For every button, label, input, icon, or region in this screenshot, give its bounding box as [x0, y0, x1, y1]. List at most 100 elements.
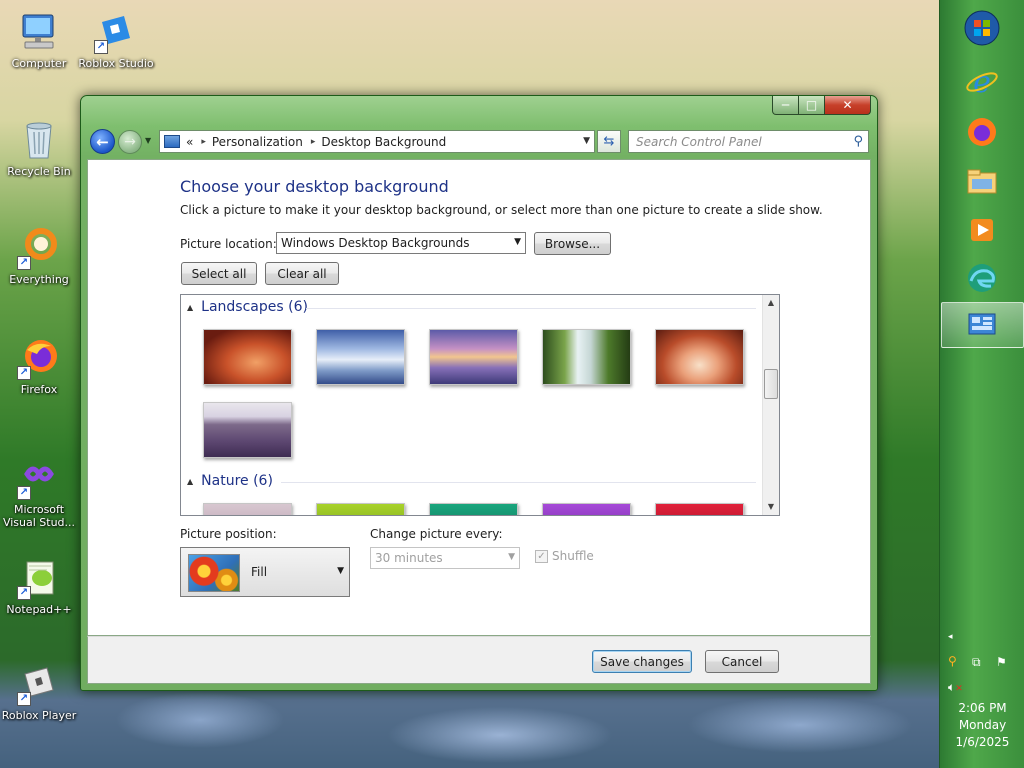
shuffle-checkbox-row[interactable]: ✓ Shuffle [535, 549, 594, 563]
visual-studio-icon: ↗ [17, 456, 61, 500]
control-panel-icon [968, 313, 996, 335]
select-all-button[interactable]: Select all [181, 262, 257, 285]
firefox-icon [968, 118, 996, 146]
taskbar-firefox[interactable] [960, 112, 1004, 152]
picture-position-value: Fill [251, 565, 268, 579]
save-changes-button[interactable]: Save changes [592, 650, 692, 673]
breadcrumb-overflow[interactable]: « [186, 135, 193, 149]
taskbar-file-explorer[interactable] [960, 162, 1004, 202]
clear-all-button[interactable]: Clear all [265, 262, 339, 285]
windows-orb-icon [964, 10, 1000, 46]
wallpaper-thumb[interactable] [542, 503, 631, 515]
desktop-icon-label: Roblox Studio [78, 57, 154, 70]
desktop-icon-label: Notepad++ [6, 603, 72, 616]
close-button[interactable]: ✕ [825, 96, 871, 115]
taskbar-internet-explorer[interactable]: e [960, 62, 1004, 102]
dialog-footer: Save changes Cancel [87, 636, 871, 684]
cancel-button[interactable]: Cancel [705, 650, 779, 673]
wallpaper-thumb[interactable] [655, 329, 744, 385]
wallpaper-thumb[interactable] [203, 503, 292, 515]
collapse-triangle-icon[interactable]: ▲ [187, 303, 193, 312]
desktop-icon-roblox-studio[interactable]: ↗ Roblox Studio [77, 10, 155, 70]
control-panel-folder-icon [164, 135, 180, 148]
wallpaper-thumb[interactable] [316, 503, 405, 515]
wallpaper-thumb[interactable] [203, 329, 292, 385]
wallpaper-thumb[interactable] [316, 329, 405, 385]
search-icon[interactable]: ⚲ [853, 134, 863, 149]
firefox-icon: ↗ [17, 336, 61, 380]
taskbar-media-player[interactable] [960, 210, 1004, 250]
shortcut-arrow-icon: ↗ [17, 366, 31, 380]
wallpaper-thumb[interactable] [542, 329, 631, 385]
address-bar[interactable]: « ▸ Personalization ▸ Desktop Background… [159, 130, 595, 153]
volume-muted-icon[interactable]: 🔈︎✕ [948, 680, 963, 695]
wallpaper-thumb[interactable] [203, 402, 292, 458]
network-tray-icon[interactable]: ⧉ [972, 655, 981, 670]
scroll-up-arrow-icon[interactable]: ▲ [763, 295, 779, 311]
group-header-nature[interactable]: ▲ Nature (6) [187, 473, 273, 489]
shortcut-arrow-icon: ↗ [17, 586, 31, 600]
group-title: Landscapes (6) [201, 299, 308, 315]
taskbar: e ◂ ⚲ ⧉ ⚑ 🔈︎✕ 2:06 PM Monday 1/6/2025 [939, 0, 1024, 768]
desktop-icon-recycle-bin[interactable]: Recycle Bin [0, 118, 78, 178]
taskbar-edge[interactable] [960, 258, 1004, 298]
wallpaper-thumb[interactable] [429, 329, 518, 385]
search-tray-icon[interactable]: ⚲ [948, 654, 957, 668]
change-interval-value: 30 minutes [375, 551, 443, 565]
clock-day: Monday [958, 718, 1007, 732]
desktop-icon-firefox[interactable]: ↗ Firefox [0, 336, 78, 396]
change-interval-select[interactable]: 30 minutes ▼ [370, 547, 520, 569]
scrollbar-thumb[interactable] [764, 369, 778, 399]
collapse-triangle-icon[interactable]: ▲ [187, 477, 193, 486]
maximize-button[interactable]: □ [799, 96, 825, 115]
shuffle-label: Shuffle [552, 549, 594, 563]
desktop-icon-computer[interactable]: Computer [0, 10, 78, 70]
clock-time: 2:06 PM [958, 701, 1007, 715]
everything-search-icon: ↗ [17, 226, 61, 270]
forward-arrow-icon: → [124, 134, 136, 150]
breadcrumb-desktop-background[interactable]: Desktop Background [321, 135, 446, 149]
recent-pages-dropdown-icon[interactable]: ▼ [145, 136, 151, 145]
shortcut-arrow-icon: ↗ [17, 692, 31, 706]
svg-text:e: e [973, 65, 991, 99]
wallpaper-thumb[interactable] [655, 503, 744, 515]
back-button[interactable]: ← [90, 129, 115, 154]
group-divider [306, 308, 756, 309]
breadcrumb-separator-icon[interactable]: ▸ [311, 137, 316, 147]
browse-button[interactable]: Browse... [534, 232, 611, 255]
minimize-button[interactable]: ─ [772, 96, 799, 115]
desktop-icon-label: Microsoft Visual Stud... [2, 503, 76, 529]
desktop-icon-everything[interactable]: ↗ Everything [0, 226, 78, 286]
forward-button[interactable]: → [118, 130, 142, 154]
picture-position-select[interactable]: Fill ▼ [180, 547, 350, 597]
desktop-icon-notepadpp[interactable]: ↗ Notepad++ [0, 556, 78, 616]
scroll-down-arrow-icon[interactable]: ▼ [763, 499, 779, 515]
start-button[interactable] [960, 8, 1004, 48]
page-title: Choose your desktop background [180, 177, 449, 196]
action-center-flag-icon[interactable]: ⚑ [996, 655, 1007, 669]
folder-icon [967, 169, 997, 194]
search-input[interactable]: Search Control Panel ⚲ [628, 130, 869, 153]
roblox-player-icon: ↗ [17, 662, 61, 706]
system-clock[interactable]: 2:06 PM Monday 1/6/2025 [940, 700, 1024, 751]
back-arrow-icon: ← [96, 132, 109, 151]
picture-location-select[interactable]: Windows Desktop Backgrounds ▼ [276, 232, 526, 254]
group-header-landscapes[interactable]: ▲ Landscapes (6) [187, 299, 308, 315]
breadcrumb-personalization[interactable]: Personalization [212, 135, 303, 149]
roblox-studio-icon: ↗ [94, 10, 138, 54]
refresh-button[interactable]: ⇆ [597, 130, 621, 153]
desktop-icon-label: Roblox Player [1, 709, 77, 722]
shortcut-arrow-icon: ↗ [17, 486, 31, 500]
shuffle-checkbox[interactable]: ✓ [535, 549, 548, 563]
desktop-icon-roblox-player[interactable]: ↗ Roblox Player [0, 662, 78, 722]
gallery-scrollbar[interactable]: ▲ ▼ [762, 295, 779, 515]
position-preview-image [188, 554, 240, 592]
breadcrumb-separator-icon[interactable]: ▸ [201, 137, 206, 147]
desktop-icon-label: Recycle Bin [7, 165, 71, 178]
media-player-icon [971, 219, 993, 241]
desktop-icon-visual-studio[interactable]: ↗ Microsoft Visual Stud... [0, 456, 78, 529]
group-title: Nature (6) [201, 473, 273, 489]
address-dropdown-icon[interactable]: ▼ [583, 136, 590, 146]
show-hidden-icons-chevron-icon[interactable]: ◂ [948, 632, 953, 642]
wallpaper-thumb[interactable] [429, 503, 518, 515]
